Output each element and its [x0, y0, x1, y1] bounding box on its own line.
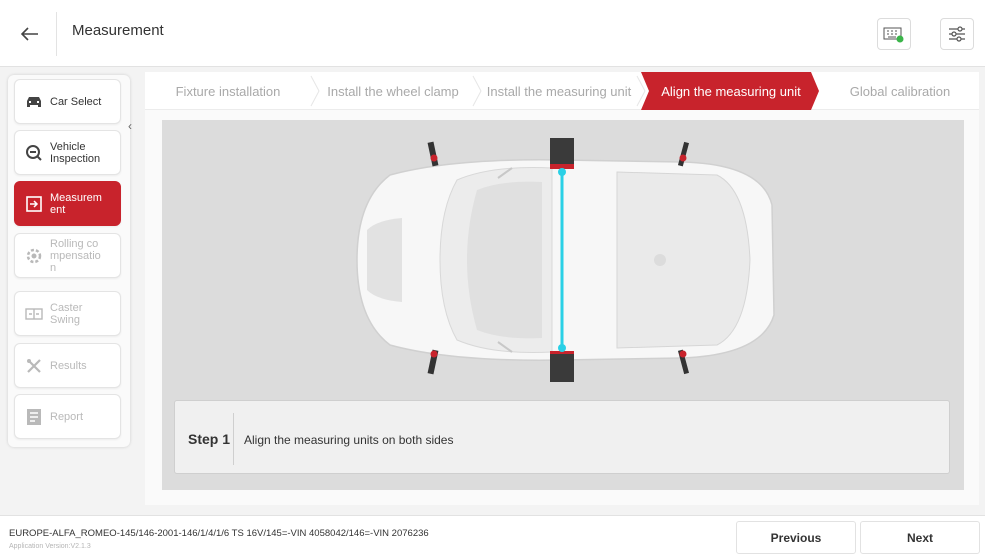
- sidebar-item-measurement[interactable]: Measurement: [14, 181, 121, 226]
- sidebar-item-report[interactable]: Report: [14, 394, 121, 439]
- page-title: Measurement: [72, 22, 164, 39]
- keyboard-button[interactable]: [877, 18, 911, 50]
- measuring-unit-bottom: [550, 351, 574, 382]
- sidebar-item-label: Caster Swing: [50, 301, 83, 326]
- arrow-left-icon: [21, 27, 38, 41]
- car-icon: [24, 92, 44, 112]
- step-progress-bar: Fixture installation Install the wheel c…: [145, 72, 979, 110]
- sidebar-item-rolling-compensation[interactable]: Rolling compensation: [14, 233, 121, 278]
- sidebar-item-label: Report: [50, 410, 84, 423]
- sliders-icon: [949, 26, 965, 42]
- sidebar-item-label: Car Select: [50, 95, 102, 108]
- sidebar-item-label: Results: [50, 359, 87, 372]
- sidebar-collapse-button[interactable]: ‹: [128, 119, 132, 133]
- app-header: Measurement: [0, 0, 985, 67]
- sidebar-item-results[interactable]: Results: [14, 343, 121, 388]
- app-version: Application Version:V2.1.3: [9, 543, 91, 550]
- report-icon: [24, 407, 44, 427]
- step-divider: [233, 413, 234, 465]
- content-card: Fixture installation Install the wheel c…: [145, 72, 979, 505]
- footer-bar: EUROPE-ALFA_ROMEO-145/146-2001-146/1/4/1…: [0, 515, 985, 558]
- gear-icon: [24, 246, 44, 266]
- measure-icon: [24, 194, 44, 214]
- front-left-clamp: [427, 141, 439, 167]
- chevron-left-icon: ‹: [128, 119, 132, 133]
- next-button[interactable]: Next: [860, 521, 980, 554]
- sidebar-item-label: Vehicle Inspection: [50, 140, 101, 165]
- measuring-unit-top: [550, 138, 574, 169]
- car-top-view-illustration: [356, 138, 775, 382]
- sidebar-item-caster-swing[interactable]: Caster Swing: [14, 291, 121, 336]
- keyboard-icon: [883, 27, 904, 43]
- settings-button[interactable]: [940, 18, 974, 50]
- back-button[interactable]: [10, 16, 50, 52]
- alignment-diagram-stage: Step 1 Align the measuring units on both…: [162, 120, 964, 490]
- previous-button[interactable]: Previous: [736, 521, 856, 554]
- inspection-icon: [24, 143, 44, 163]
- step-tab-install-wheel-clamp[interactable]: Install the wheel clamp: [315, 72, 471, 110]
- sidebar-item-vehicle-inspection[interactable]: Vehicle Inspection: [14, 130, 121, 175]
- sidebar-item-label: Rolling compensation: [50, 237, 101, 274]
- step-number: Step 1: [188, 431, 231, 447]
- main-area: ‹ Car Select Vehicle Inspection Measurem…: [0, 67, 985, 515]
- step-tab-align-measuring-unit[interactable]: Align the measuring unit: [647, 72, 815, 110]
- step-tab-global-calibration[interactable]: Global calibration: [821, 72, 979, 110]
- vehicle-info: EUROPE-ALFA_ROMEO-145/146-2001-146/1/4/1…: [9, 528, 429, 539]
- step-tab-fixture-installation[interactable]: Fixture installation: [145, 72, 311, 110]
- sidebar-item-car-select[interactable]: Car Select: [14, 79, 121, 124]
- step-tab-install-measuring-unit[interactable]: Install the measuring unit: [479, 72, 639, 110]
- step-instruction-text: Align the measuring units on both sides: [244, 433, 454, 447]
- sidebar-item-label: Measurement: [50, 191, 102, 216]
- tools-icon: [24, 356, 44, 376]
- header-divider: [56, 12, 57, 56]
- instruction-box: Step 1 Align the measuring units on both…: [174, 400, 950, 474]
- swing-icon: [24, 304, 44, 324]
